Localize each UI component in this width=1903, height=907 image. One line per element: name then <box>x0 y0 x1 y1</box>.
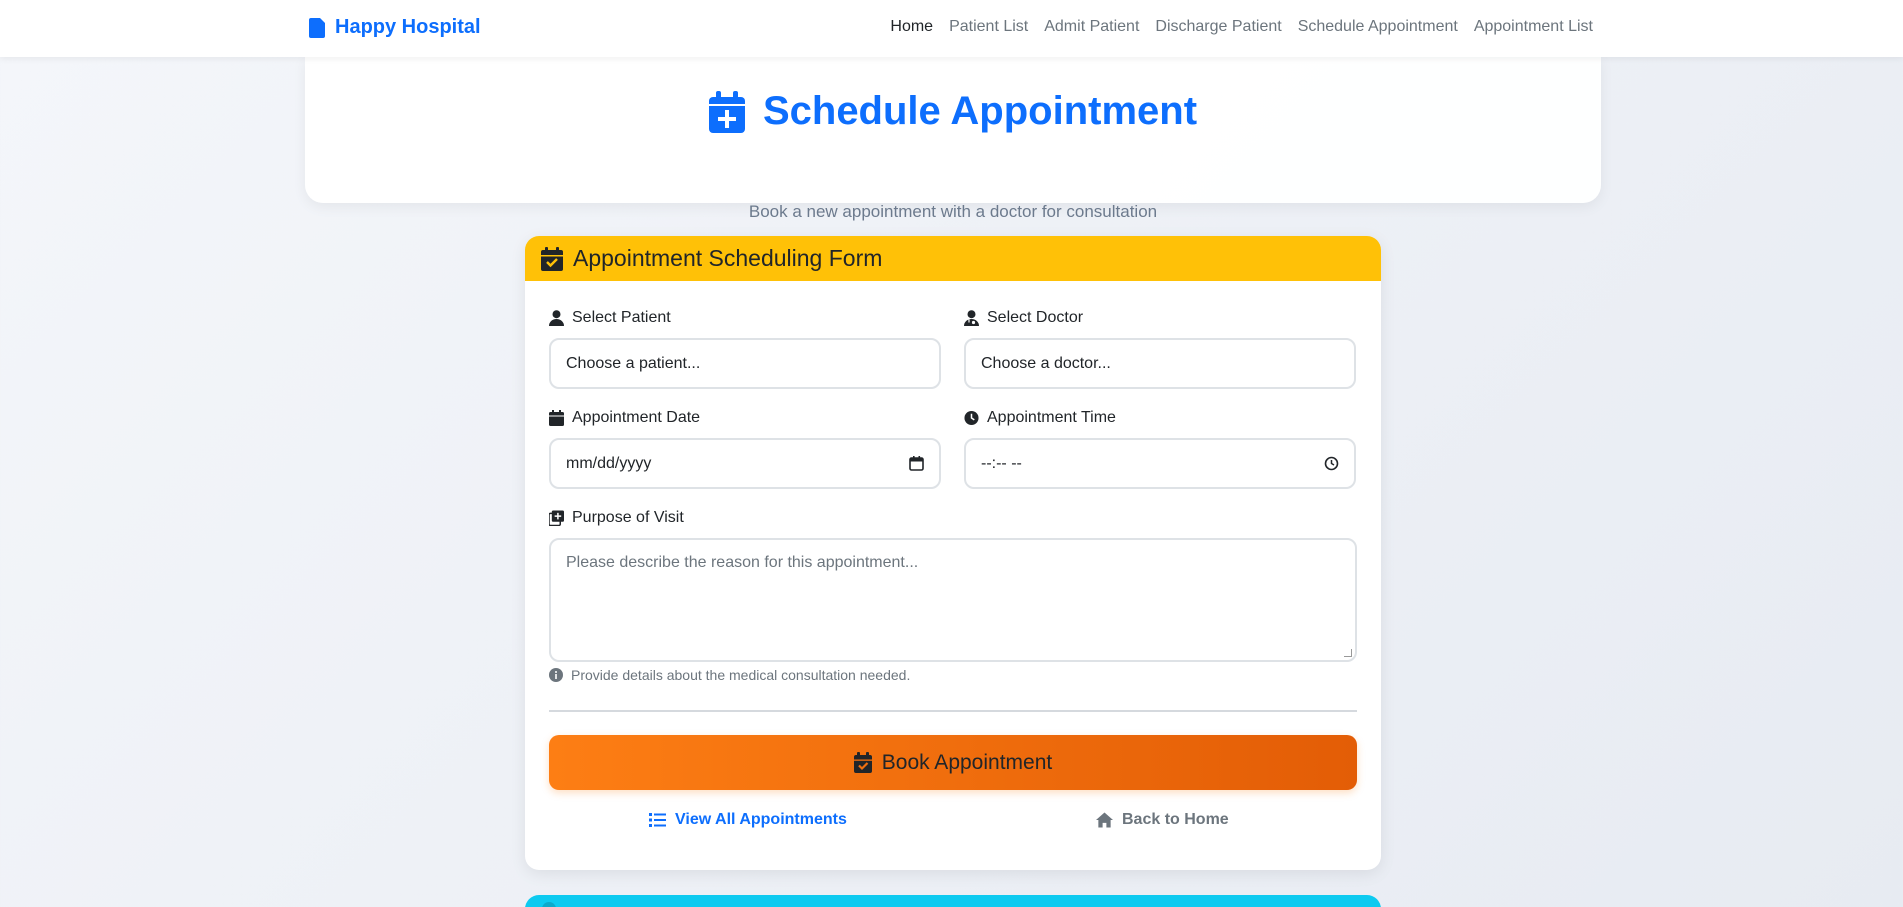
patient-label-text: Select Patient <box>572 309 671 326</box>
doctor-label: Select Doctor <box>964 309 1083 327</box>
clock-icon <box>964 410 979 426</box>
time-input[interactable]: --:-- -- <box>964 438 1356 489</box>
view-all-appointments-label: View All Appointments <box>675 811 847 828</box>
resize-handle[interactable] <box>1344 649 1352 657</box>
page-subtitle: Book a new appointment with a doctor for… <box>748 202 1158 221</box>
nav-link-patient-list[interactable]: Patient List <box>949 18 1028 36</box>
nav-links: Home Patient List Admit Patient Discharg… <box>890 18 1593 36</box>
book-appointment-label: Book Appointment <box>881 750 1053 774</box>
date-label-text: Appointment Date <box>572 409 701 426</box>
brand-link[interactable]: Happy Hospital <box>309 16 481 39</box>
calendar-plus-icon <box>708 90 745 133</box>
page-header-card: Schedule Appointment Book a new appointm… <box>305 56 1601 221</box>
form-header: Appointment Scheduling Form <box>525 236 1381 281</box>
nav-link-discharge-patient[interactable]: Discharge Patient <box>1155 18 1281 36</box>
time-label: Appointment Time <box>964 409 1116 427</box>
date-picker-icon[interactable] <box>909 456 924 471</box>
time-input-value: --:-- -- <box>981 454 1022 472</box>
patient-label: Select Patient <box>549 309 671 327</box>
calendar-check-icon <box>853 752 872 773</box>
back-to-home-label: Back to Home <box>1122 811 1229 828</box>
nav-link-home[interactable]: Home <box>890 18 933 36</box>
nav-link-appointment-list[interactable]: Appointment List <box>1474 18 1593 36</box>
calendar-check-icon <box>541 246 563 271</box>
time-picker-icon[interactable] <box>1324 456 1339 471</box>
date-input-value: mm/dd/yyyy <box>566 454 652 472</box>
doctor-icon <box>964 310 979 326</box>
purpose-textarea[interactable]: Please describe the reason for this appo… <box>549 538 1357 662</box>
user-icon <box>549 310 564 326</box>
list-icon <box>649 813 666 827</box>
top-navbar: Happy Hospital Home Patient List Admit P… <box>0 0 1903 57</box>
purpose-label-text: Purpose of Visit <box>572 509 684 526</box>
page-title-row: Schedule Appointment <box>305 89 1601 134</box>
purpose-help-text: Provide details about the medical consul… <box>571 667 911 683</box>
purpose-help: Provide details about the medical consul… <box>549 667 910 683</box>
nav-link-admit-patient[interactable]: Admit Patient <box>1044 18 1139 36</box>
doctor-select[interactable]: Choose a doctor... <box>964 338 1356 389</box>
page-title: Schedule Appointment <box>762 89 1198 133</box>
doctor-label-text: Select Doctor <box>987 309 1084 326</box>
purpose-label: Purpose of Visit <box>549 509 684 527</box>
form-title: Appointment Scheduling Form <box>573 245 883 271</box>
next-section-icon <box>542 902 556 907</box>
form-divider <box>549 710 1357 712</box>
purpose-placeholder: Please describe the reason for this appo… <box>566 554 919 571</box>
view-all-appointments-link[interactable]: View All Appointments <box>649 811 847 829</box>
patient-select-value: Choose a patient... <box>566 354 701 372</box>
date-input[interactable]: mm/dd/yyyy <box>549 438 941 489</box>
home-icon <box>1096 812 1113 828</box>
calendar-icon <box>549 410 564 426</box>
book-appointment-button[interactable]: Book Appointment <box>549 735 1357 790</box>
brand-name: Happy Hospital <box>335 16 481 38</box>
date-label: Appointment Date <box>549 409 700 427</box>
time-label-text: Appointment Time <box>987 409 1116 426</box>
nav-link-schedule-appointment[interactable]: Schedule Appointment <box>1298 18 1458 36</box>
notes-medical-icon <box>549 510 564 526</box>
hospital-icon <box>309 17 325 38</box>
appointment-form-card: Appointment Scheduling Form Select Patie… <box>525 236 1381 870</box>
next-section-card <box>525 895 1381 907</box>
patient-select[interactable]: Choose a patient... <box>549 338 941 389</box>
info-icon <box>549 668 563 682</box>
back-to-home-link[interactable]: Back to Home <box>1096 811 1229 829</box>
doctor-select-value: Choose a doctor... <box>981 354 1111 372</box>
